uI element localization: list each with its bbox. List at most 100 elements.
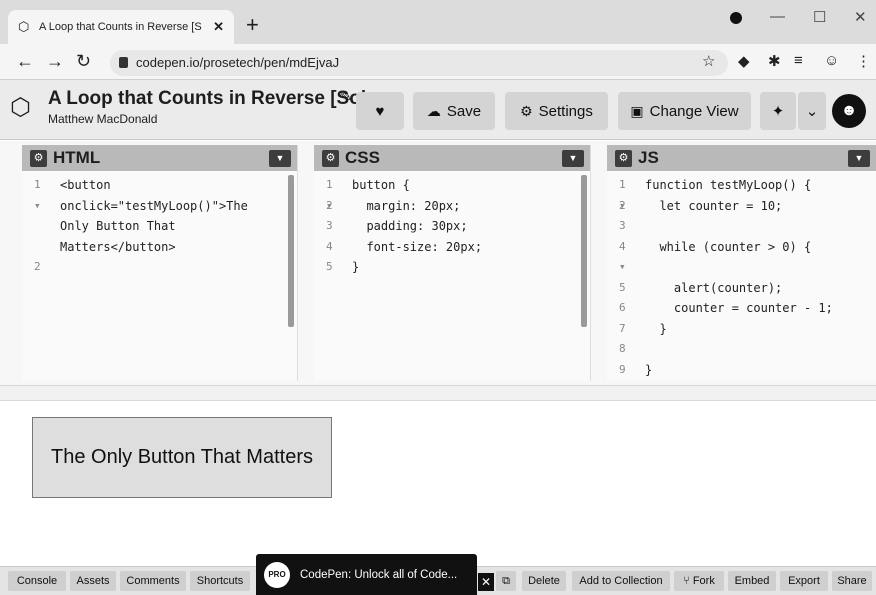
pro-badge-icon: PRO — [264, 561, 290, 588]
code-text: font-size: 20px; — [352, 239, 483, 254]
code-text: function testMyLoop() { — [645, 178, 812, 192]
css-settings-icon[interactable]: ⚙ — [322, 149, 339, 167]
fork-button[interactable]: ⑂ Fork — [674, 571, 724, 591]
html-code-line[interactable]: 2 — [22, 257, 282, 278]
chevron-down-icon[interactable]: ▼ — [848, 149, 870, 167]
more-dropdown-button[interactable]: ⌄ — [798, 92, 826, 130]
line-number: 5 — [326, 260, 333, 273]
bookmark-star-icon[interactable]: ☆ — [702, 52, 715, 70]
js-settings-icon[interactable]: ⚙ — [615, 149, 632, 167]
promo-text: CodePen: Unlock all of Code... — [300, 568, 458, 581]
css-code-line[interactable]: 2 margin: 20px; — [314, 196, 574, 217]
code-text: padding: 30px; — [352, 219, 468, 233]
heart-button[interactable]: ♥ — [356, 92, 404, 130]
css-panel-label: CSS — [345, 148, 380, 167]
js-code-line[interactable]: 8 — [607, 339, 867, 360]
css-code-line[interactable]: 5} — [314, 257, 574, 278]
line-number: 5 — [619, 280, 626, 294]
extension-badge-icon[interactable]: ◆ — [738, 52, 750, 70]
css-panel-header: ⚙ CSS ▼ — [314, 145, 590, 171]
codepen-favicon-icon: ⬡ — [18, 19, 30, 34]
js-code-line[interactable]: 2 let counter = 10; — [607, 196, 867, 217]
js-code-line[interactable]: 7 } — [607, 319, 867, 340]
profile-dot-icon[interactable] — [730, 12, 742, 24]
css-editor[interactable]: ⚙ CSS ▼ 1 ▾ button {2 margin: 20px; 3 padd… — [314, 145, 591, 381]
css-scrollbar[interactable] — [581, 175, 587, 327]
html-code-line[interactable]: onclick="testMyLoop()">The — [22, 196, 282, 217]
save-label: Save — [446, 102, 482, 120]
js-code-line[interactable]: 9} — [607, 360, 867, 381]
js-code-line[interactable] — [607, 257, 867, 278]
reading-list-icon[interactable]: ≡ — [794, 52, 803, 69]
js-code-line[interactable]: 3 — [607, 216, 867, 237]
delete-button[interactable]: Delete — [522, 571, 566, 591]
shortcuts-button[interactable]: Shortcuts — [190, 571, 250, 591]
code-text: button { — [352, 178, 410, 192]
code-text: onclick="testMyLoop()">The — [60, 198, 248, 213]
share-button[interactable]: Share — [832, 571, 872, 591]
html-code-line[interactable]: Matters</button> — [22, 237, 282, 258]
tab-close-icon[interactable]: ✕ — [213, 19, 224, 35]
css-code-line[interactable]: 4 font-size: 20px; — [314, 237, 574, 258]
promo-close-icon[interactable]: ✕ — [478, 573, 494, 591]
html-code-line[interactable]: 1 ▾ <button — [22, 175, 282, 212]
line-number: 7 — [619, 321, 626, 335]
window-close-icon[interactable]: ✕ — [854, 8, 867, 26]
comments-button[interactable]: Comments — [120, 571, 186, 591]
fork-label: Fork — [692, 575, 715, 587]
js-editor[interactable]: ⚙ JS ▼ 1 ▾ function testMyLoop() {2 let c… — [607, 145, 876, 381]
line-number: 9 — [619, 362, 626, 376]
heart-icon: ♥ — [375, 102, 385, 120]
embed-button[interactable]: Embed — [728, 571, 776, 591]
back-icon[interactable]: ← — [16, 50, 34, 72]
edit-title-icon[interactable]: ✎ — [340, 88, 352, 105]
browser-menu-icon[interactable]: ⋮ — [856, 52, 871, 70]
maximize-icon[interactable]: ☐ — [813, 8, 826, 26]
html-editor[interactable]: ⚙ HTML ▼ 1 ▾ <button onclick="testMyLoop()… — [22, 145, 298, 381]
add-to-collection-button[interactable]: Add to Collection — [572, 571, 670, 591]
line-number: 8 — [619, 342, 626, 355]
css-code-line[interactable]: 3 padding: 30px; — [314, 216, 574, 237]
assets-button[interactable]: Assets — [70, 571, 116, 591]
js-panel-header: ⚙ JS ▼ — [607, 145, 876, 171]
export-button[interactable]: Export — [780, 571, 828, 591]
extensions-puzzle-icon[interactable]: ✱ — [768, 52, 781, 70]
line-number: 6 — [619, 301, 626, 314]
forward-icon[interactable]: → — [46, 50, 64, 72]
js-code-line[interactable]: 4 ▾ while (counter > 0) { — [607, 237, 867, 274]
css-code-line[interactable]: 1 ▾ button { — [314, 175, 574, 212]
profile-avatar-icon[interactable]: ☺ — [824, 52, 839, 69]
external-window-icon[interactable]: ⧉ — [496, 571, 516, 591]
code-text: } — [645, 321, 667, 336]
code-text: } — [352, 260, 360, 274]
codepen-logo-icon[interactable]: ⬡ — [10, 94, 31, 122]
url-field[interactable]: codepen.io/prosetech/pen/mdEjvaJ — [110, 50, 728, 76]
js-code-line[interactable]: 1 ▾ function testMyLoop() { — [607, 175, 867, 212]
preview-button[interactable]: The Only Button That Matters — [32, 417, 332, 498]
js-code-line[interactable]: 5 alert(counter); — [607, 278, 867, 299]
change-view-button[interactable]: ▣ Change View — [618, 92, 751, 130]
html-code-line[interactable]: Only Button That — [22, 216, 282, 237]
save-button[interactable]: ☁ Save — [413, 92, 495, 130]
html-settings-icon[interactable]: ⚙ — [30, 149, 47, 167]
settings-button[interactable]: ⚙ Settings — [505, 92, 608, 130]
console-button[interactable]: Console — [8, 571, 66, 591]
pen-author[interactable]: Matthew MacDonald — [48, 112, 157, 126]
new-tab-button[interactable]: + — [246, 12, 259, 38]
html-scrollbar[interactable] — [288, 175, 294, 327]
lock-icon — [119, 57, 128, 68]
code-text: <button — [60, 178, 111, 192]
change-view-label: Change View — [649, 102, 739, 120]
reload-icon[interactable]: ↻ — [76, 50, 91, 72]
resize-bar[interactable] — [0, 385, 876, 401]
line-number: 2 — [619, 198, 626, 212]
chevron-down-icon[interactable]: ▼ — [269, 149, 291, 167]
pin-button[interactable]: ✦ — [760, 92, 796, 130]
js-code-line[interactable]: 6 counter = counter - 1; — [607, 298, 867, 319]
user-avatar[interactable]: ☻ — [832, 94, 866, 128]
chevron-down-icon[interactable]: ▼ — [562, 149, 584, 167]
browser-tab[interactable]: ⬡ A Loop that Counts in Reverse [S ✕ — [8, 10, 234, 44]
pro-promo-banner[interactable]: PRO CodePen: Unlock all of Code... — [256, 554, 477, 595]
pen-title[interactable]: A Loop that Counts in Reverse [Sol... — [48, 88, 382, 110]
minimize-icon[interactable]: — — [770, 8, 785, 25]
